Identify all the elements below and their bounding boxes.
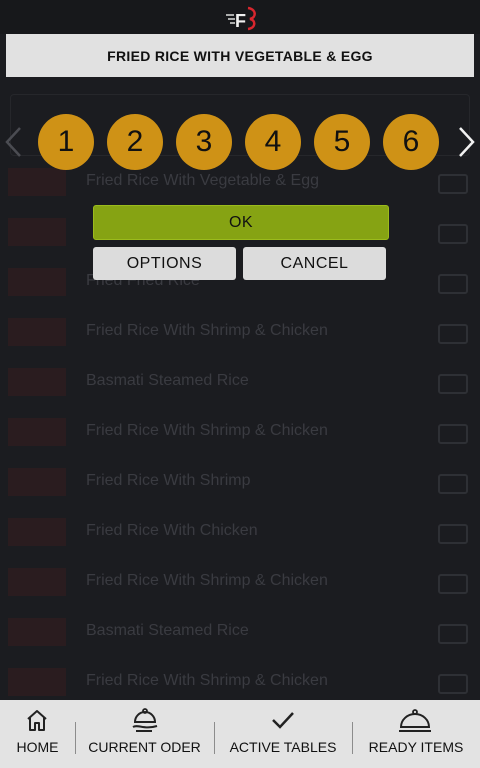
list-item: Fried Rice With Shrimp & Chicken — [0, 310, 480, 354]
item-thumbnail — [8, 268, 66, 296]
item-thumbnail — [8, 218, 66, 246]
checkmark-icon — [272, 712, 294, 729]
bottom-navigation: HOME CURRENT ODER ACTIVE TABLES READY IT… — [0, 700, 480, 768]
item-add-icon — [438, 224, 468, 244]
nav-ready-items-label: READY ITEMS — [368, 739, 464, 755]
item-add-icon — [438, 524, 468, 544]
list-item: Fried Fried Rice — [0, 260, 480, 304]
item-thumbnail — [8, 368, 66, 396]
item-add-icon — [438, 574, 468, 594]
svg-text:F: F — [235, 11, 246, 31]
cloche-icon — [399, 709, 431, 732]
quantity-option-5[interactable]: 5 — [314, 114, 370, 170]
nav-active-tables-label: ACTIVE TABLES — [229, 739, 337, 755]
list-item: Fried Rice With Shrimp — [0, 460, 480, 504]
dish-title-bar: FRIED RICE WITH VEGETABLE & EGG — [6, 34, 474, 77]
item-name: Fried Rice With Vegetable & Egg — [86, 172, 320, 189]
item-name: Fried Rice With Shrimp & Chicken — [86, 322, 328, 339]
item-name: Fried Rice With Shrimp & Chicken — [86, 572, 328, 589]
item-name: Basmati Steamed Rice — [86, 622, 249, 639]
options-button[interactable]: OPTIONS — [93, 247, 236, 280]
nav-home[interactable]: HOME — [0, 700, 75, 768]
item-thumbnail — [8, 668, 66, 696]
item-name: Fried Rice With Shrimp & Chicken — [86, 672, 328, 689]
list-item: Basmati Steamed Rice — [0, 360, 480, 404]
app-logo: F — [226, 6, 256, 31]
item-thumbnail — [8, 518, 66, 546]
item-name: Fried Rice With Shrimp — [86, 472, 251, 489]
item-name: Fried Rice With Shrimp & Chicken — [86, 422, 328, 439]
item-add-icon — [438, 474, 468, 494]
item-add-icon — [438, 674, 468, 694]
nav-ready-items[interactable]: READY ITEMS — [352, 700, 480, 768]
item-add-icon — [438, 174, 468, 194]
item-thumbnail — [8, 418, 66, 446]
quantity-option-1[interactable]: 1 — [38, 114, 94, 170]
item-thumbnail — [8, 568, 66, 596]
dish-title: FRIED RICE WITH VEGETABLE & EGG — [107, 47, 373, 64]
nav-active-tables[interactable]: ACTIVE TABLES — [214, 700, 352, 768]
item-add-icon — [438, 374, 468, 394]
serving-tray-icon — [132, 708, 158, 732]
quantity-option-2[interactable]: 2 — [107, 114, 163, 170]
list-item: Fried Rice With Shrimp & Chicken — [0, 660, 480, 704]
item-name: Fried Rice With Chicken — [86, 522, 258, 539]
item-thumbnail — [8, 468, 66, 496]
item-name: Basmati Steamed Rice — [86, 372, 249, 389]
item-thumbnail — [8, 618, 66, 646]
chevron-left-icon[interactable] — [2, 122, 26, 162]
quantity-option-3[interactable]: 3 — [176, 114, 232, 170]
quantity-option-6[interactable]: 6 — [383, 114, 439, 170]
item-thumbnail — [8, 168, 66, 196]
item-add-icon — [438, 274, 468, 294]
nav-home-label: HOME — [16, 739, 59, 755]
list-item: Fried Rice With Chicken — [0, 510, 480, 554]
item-thumbnail — [8, 318, 66, 346]
top-logo-bar: F — [0, 0, 480, 34]
cancel-button[interactable]: CANCEL — [243, 247, 386, 280]
ok-button[interactable]: OK — [93, 205, 389, 240]
item-add-icon — [438, 424, 468, 444]
quantity-option-4[interactable]: 4 — [245, 114, 301, 170]
nav-current-order-label: CURRENT ODER — [88, 739, 201, 755]
chevron-right-icon[interactable] — [454, 122, 478, 162]
list-item: Fried Rice With Shrimp & Chicken — [0, 560, 480, 604]
item-add-icon — [438, 624, 468, 644]
home-icon — [27, 710, 47, 731]
item-add-icon — [438, 324, 468, 344]
list-item: Fried Rice With Shrimp & Chicken — [0, 410, 480, 454]
list-item: Basmati Steamed Rice — [0, 610, 480, 654]
nav-current-order[interactable]: CURRENT ODER — [75, 700, 214, 768]
